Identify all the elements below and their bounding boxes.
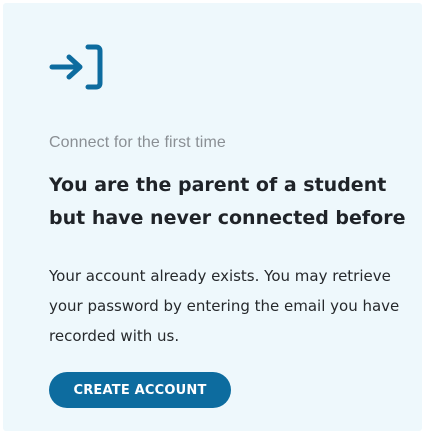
card-title: You are the parent of a student but have…	[49, 174, 406, 229]
card-description: Your account already exists. You may ret…	[49, 267, 400, 345]
first-connection-card: Connect for the first time You are the p…	[3, 3, 422, 431]
login-arrow-icon	[49, 43, 105, 93]
section-eyebrow: Connect for the first time	[49, 134, 226, 151]
create-account-button[interactable]: CREATE ACCOUNT	[49, 372, 231, 408]
